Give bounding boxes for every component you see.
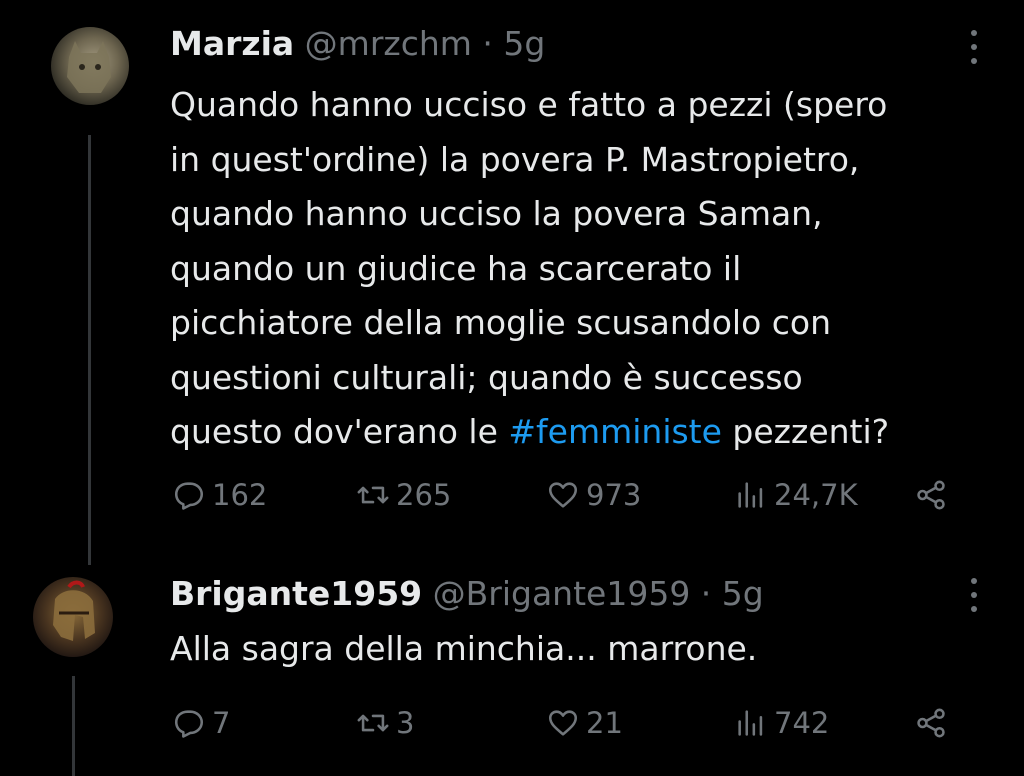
reply-button[interactable]: 7: [172, 698, 230, 748]
separator: ·: [471, 24, 504, 63]
text-fragment: pezzenti?: [721, 412, 890, 451]
reply-button[interactable]: 162: [172, 470, 267, 520]
retweet-button[interactable]: 3: [356, 698, 414, 748]
thread-line: [88, 135, 91, 565]
like-button[interactable]: 21: [546, 698, 623, 748]
views-icon: [738, 482, 763, 508]
action-bar: 7 3 21 742: [170, 698, 970, 748]
handle[interactable]: @Brigante1959: [433, 574, 691, 613]
like-count: 21: [586, 706, 623, 740]
tweet-header: Marzia @mrzchm · 5g: [170, 22, 545, 66]
views-button[interactable]: 742: [734, 698, 829, 748]
views-button[interactable]: 24,7K: [734, 470, 858, 520]
retweet-count: 265: [396, 478, 452, 512]
more-icon[interactable]: [970, 578, 978, 612]
text-line: questo dov'erano le #femministe pezzenti…: [170, 405, 970, 460]
views-count: 742: [774, 706, 830, 740]
hashtag-link[interactable]: #femministe: [508, 412, 722, 451]
avatar[interactable]: [33, 577, 113, 657]
text-line: quando un giudice ha scarcerato il: [170, 248, 742, 288]
text-line: in quest'ordine) la povera P. Mastropiet…: [170, 139, 860, 179]
share-icon: [917, 708, 945, 738]
thread-line: [72, 676, 75, 776]
avatar-image: [53, 580, 95, 641]
separator: ·: [690, 574, 722, 613]
share-button[interactable]: [914, 470, 948, 520]
reply-icon: [174, 710, 204, 738]
views-count: 24,7K: [774, 478, 858, 512]
reply-count: 162: [212, 478, 268, 512]
text-fragment: questo dov'erano le: [170, 412, 509, 451]
text-line: Alla sagra della minchia... marrone.: [170, 629, 758, 668]
like-icon: [548, 482, 578, 508]
reply-count: 7: [212, 706, 231, 740]
display-name[interactable]: Marzia: [170, 24, 294, 63]
display-name[interactable]: Brigante1959: [170, 574, 422, 613]
more-icon[interactable]: [970, 30, 978, 64]
reply-icon: [174, 482, 204, 510]
retweet-icon: [357, 486, 389, 504]
timestamp[interactable]: 5g: [503, 24, 545, 63]
like-icon: [548, 710, 578, 736]
like-count: 973: [586, 478, 642, 512]
tweet-brigante[interactable]: Brigante1959 @Brigante1959 · 5g Alla sag…: [0, 556, 1024, 776]
handle[interactable]: @mrzchm: [305, 24, 472, 63]
retweet-count: 3: [396, 706, 415, 740]
avatar-image: [67, 41, 111, 93]
views-icon: [738, 710, 763, 736]
text-line: Quando hanno ucciso e fatto a pezzi (spe…: [170, 85, 888, 124]
text-line: picchiatore della moglie scusandolo con: [170, 303, 831, 342]
retweet-button[interactable]: 265: [356, 470, 451, 520]
share-icon: [917, 480, 945, 510]
tweet-header: Brigante1959 @Brigante1959 · 5g: [170, 572, 764, 616]
action-bar: 162 265 973 24,7K: [170, 470, 970, 520]
like-button[interactable]: 973: [546, 470, 641, 520]
avatar[interactable]: [51, 27, 129, 105]
tweet-text: Quando hanno ucciso e fatto a pezzi (spe…: [170, 78, 970, 460]
tweet-marzia[interactable]: Marzia @mrzchm · 5g Quando hanno ucciso …: [0, 0, 1024, 565]
text-line: quando hanno ucciso la povera Saman,: [170, 194, 823, 233]
retweet-icon: [357, 714, 389, 732]
text-line: questioni culturali; quando è successo: [170, 357, 803, 397]
timestamp[interactable]: 5g: [722, 574, 764, 613]
share-button[interactable]: [914, 698, 948, 748]
tweet-text: Alla sagra della minchia... marrone.: [170, 622, 970, 677]
